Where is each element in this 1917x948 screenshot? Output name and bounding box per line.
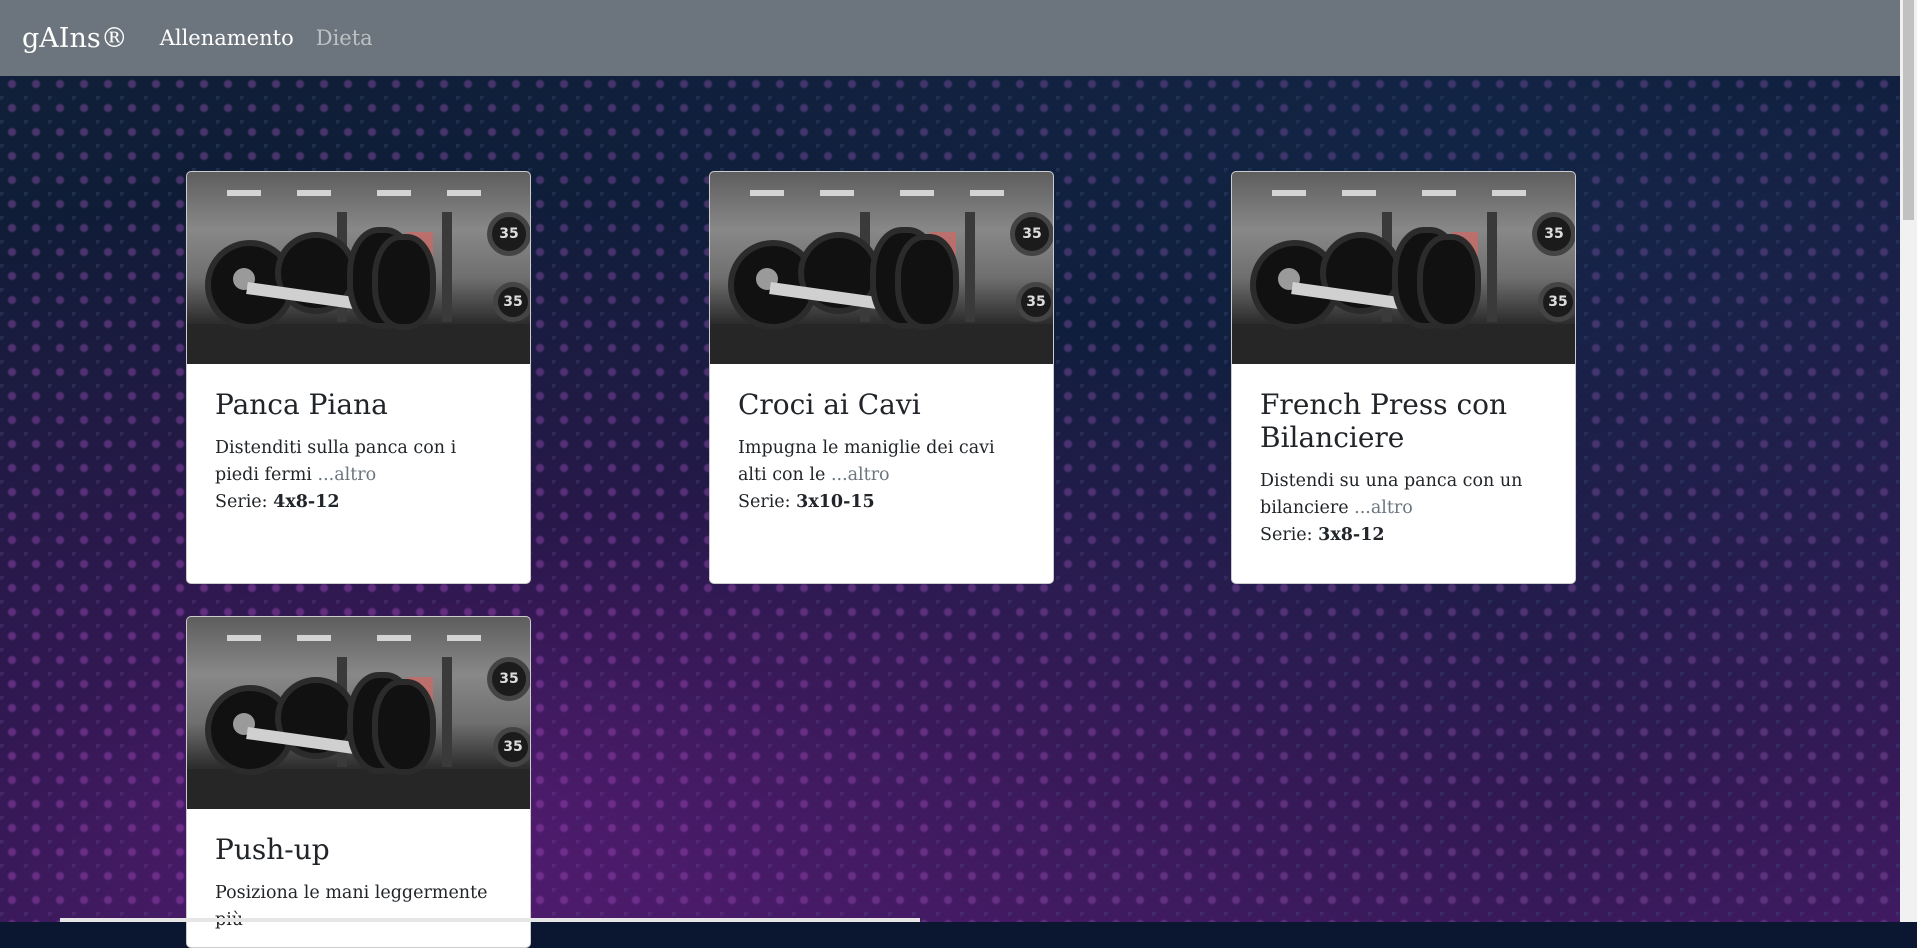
exercise-card: 35 35 Push-up Posiziona le mani leggerme… [186,616,531,948]
dumbbell-image: 35 35 [1232,172,1575,364]
exercise-card: 35 35 Croci ai Cavi Impugna le maniglie … [709,171,1054,584]
card-body: Croci ai Cavi Impugna le maniglie dei ca… [710,364,1053,516]
card-description: Posiziona le mani leggermente più [215,883,488,930]
card-body: Push-up Posiziona le mani leggermente pi… [187,809,530,934]
navbar: gAIns® Allenamento Dieta [0,0,1900,76]
card-series: Serie: 3x8-12 [1260,525,1385,545]
exercise-card: 35 35 French Press con Bilanciere Disten… [1231,171,1576,584]
read-more-link[interactable]: ...altro [318,465,377,485]
nav-link-allenamento[interactable]: Allenamento [160,26,294,50]
dumbbell-image: 35 35 [187,617,530,809]
scrollbar-thumb[interactable] [1903,0,1914,220]
card-title: French Press con Bilanciere [1260,388,1508,454]
series-value: 3x8-12 [1318,525,1385,545]
card-title: Croci ai Cavi [738,388,921,421]
nav-link-dieta[interactable]: Dieta [316,26,373,50]
page-bottom-edge [60,918,920,922]
card-description: Distendi su una panca con un bilanciere … [1260,471,1523,518]
card-title: Push-up [215,833,330,866]
page-scrollbar[interactable] [1900,0,1917,922]
series-value: 3x10-15 [796,492,875,512]
read-more-link[interactable]: ...altro [1354,498,1413,518]
card-body: Panca Piana Distenditi sulla panca con i… [187,364,530,516]
card-title: Panca Piana [215,388,388,421]
card-series: Serie: 4x8-12 [215,492,340,512]
exercise-card: 35 35 Panca Piana Distenditi sulla panca… [186,171,531,584]
read-more-link[interactable]: ...altro [831,465,890,485]
dumbbell-image: 35 35 [187,172,530,364]
dumbbell-image: 35 35 [710,172,1053,364]
series-value: 4x8-12 [273,492,340,512]
card-description: Impugna le maniglie dei cavi alti con le… [738,438,995,485]
brand-logo[interactable]: gAIns® [22,23,128,54]
card-description: Distenditi sulla panca con i piedi fermi… [215,438,457,485]
card-series: Serie: 3x10-15 [738,492,875,512]
card-body: French Press con Bilanciere Distendi su … [1232,364,1575,549]
